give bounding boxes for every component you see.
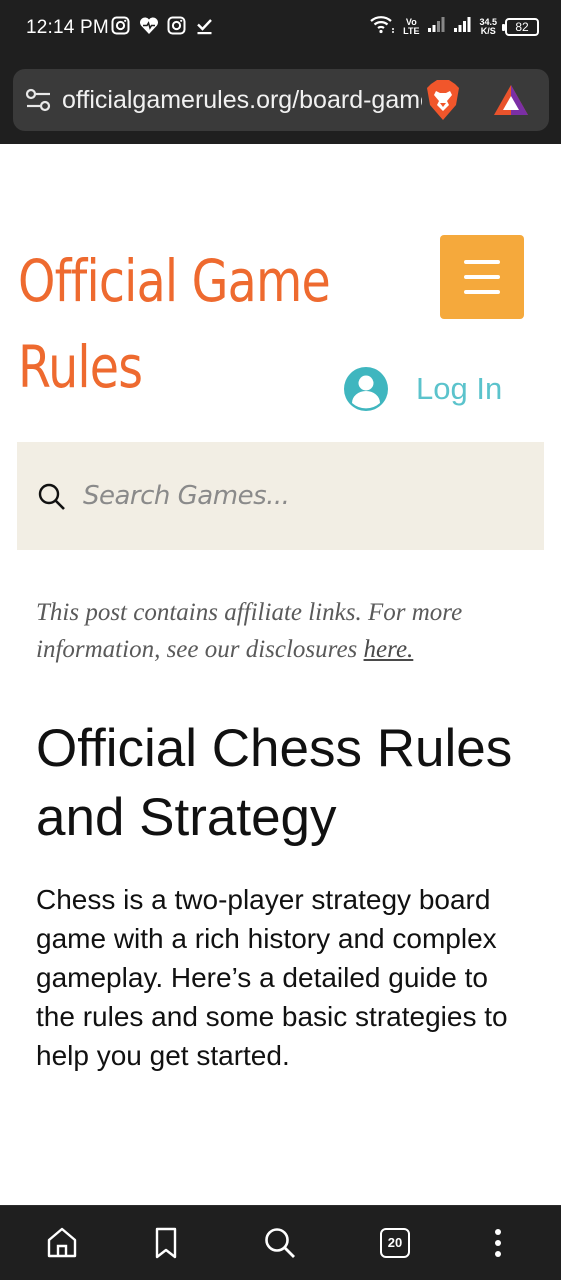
hamburger-icon <box>464 260 500 264</box>
heart-icon <box>139 16 158 35</box>
brave-rewards-icon[interactable] <box>493 83 529 117</box>
home-icon[interactable] <box>45 1226 79 1260</box>
menu-button[interactable] <box>440 235 524 319</box>
url-text[interactable]: officialgamerules.org/board-games/chess <box>62 86 422 115</box>
status-bar: 12:14 PM Vo LTE 34.5 K/S 82 <box>0 0 561 56</box>
status-time: 12:14 PM <box>26 17 109 38</box>
site-title-line2[interactable]: Rules <box>18 324 346 410</box>
battery-icon: 82 <box>502 17 539 36</box>
browser-bottom-nav: 20 <box>0 1205 561 1280</box>
disclosures-link[interactable]: here. <box>364 636 414 663</box>
notification-icons <box>111 16 214 35</box>
search-input[interactable] <box>83 472 523 520</box>
volte-indicator: Vo LTE <box>403 17 420 36</box>
hamburger-icon-bar <box>464 275 500 279</box>
hamburger-icon-bar <box>464 290 500 294</box>
network-speed-unit: K/S <box>480 25 496 36</box>
login-link[interactable]: Log In <box>343 366 502 412</box>
site-title[interactable]: Official Game Rules <box>18 238 346 410</box>
download-done-icon <box>195 16 214 35</box>
volte-bottom: LTE <box>403 25 420 36</box>
brave-shields-icon[interactable] <box>425 79 461 121</box>
site-settings-icon[interactable] <box>25 87 53 113</box>
wifi-icon <box>369 14 395 39</box>
article-title: Official Chess Rules and Strategy <box>36 719 513 847</box>
instagram-icon <box>111 16 130 35</box>
network-speed: 34.5 K/S <box>479 17 497 36</box>
affiliate-notice: This post contains affiliate links. For … <box>36 594 536 668</box>
bookmark-icon[interactable] <box>149 1226 183 1260</box>
login-label[interactable]: Log In <box>416 371 502 407</box>
instagram-icon <box>167 16 186 35</box>
user-avatar-icon[interactable] <box>343 366 389 412</box>
address-bar[interactable]: officialgamerules.org/board-games/chess <box>13 69 549 131</box>
tabs-icon[interactable]: 20 <box>380 1228 410 1258</box>
more-vert-icon[interactable] <box>481 1226 515 1260</box>
browser-toolbar: officialgamerules.org/board-games/chess <box>0 56 561 144</box>
signal-icon <box>427 15 445 38</box>
system-icons: Vo LTE 34.5 K/S 82 <box>369 14 539 39</box>
search-bar[interactable] <box>17 442 544 550</box>
signal-icon <box>453 15 471 38</box>
site-title-line1[interactable]: Official Game <box>18 238 346 324</box>
article-intro: Chess is a two-player strategy board gam… <box>36 884 508 1071</box>
search-icon[interactable] <box>263 1226 297 1260</box>
search-icon[interactable] <box>37 482 67 512</box>
